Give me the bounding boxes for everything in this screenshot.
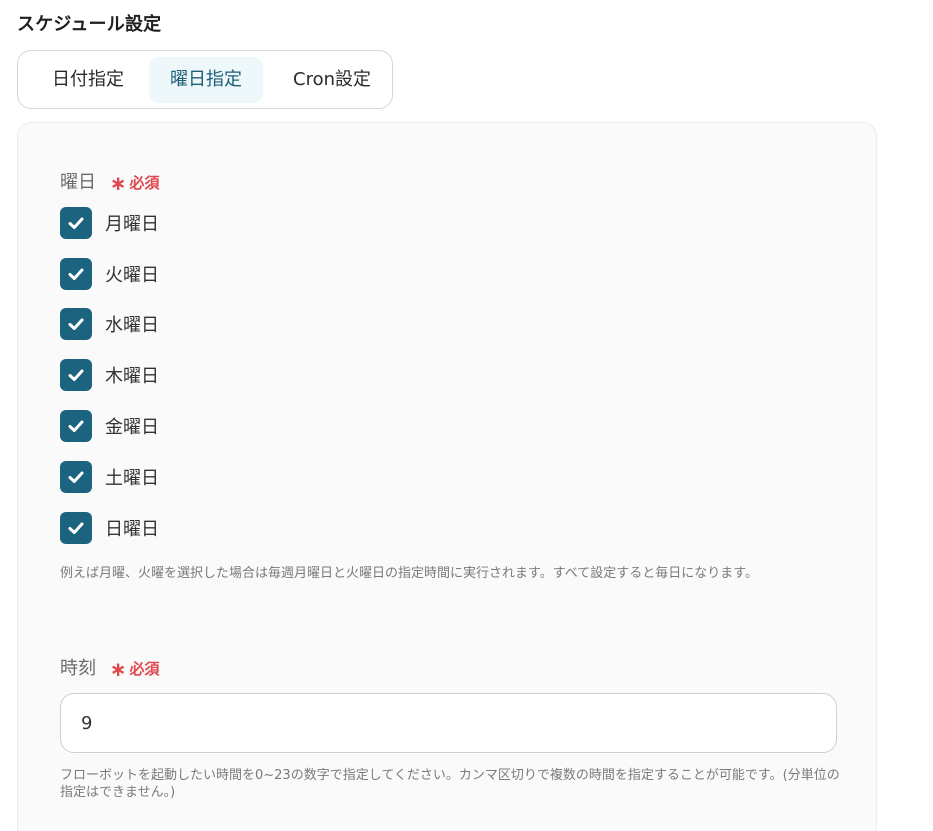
required-badge: ∗ 必須 <box>109 657 160 681</box>
check-icon <box>68 471 84 483</box>
checkbox-label: 水曜日 <box>105 315 159 336</box>
time-help-text: フローボットを起動したい時間を0~23の数字で指定してください。カンマ区切りで複… <box>60 768 840 800</box>
check-icon <box>68 420 84 432</box>
required-text: 必須 <box>129 660 160 678</box>
checkbox-saturday[interactable]: 土曜日 <box>60 461 159 493</box>
section-title: スケジュール設定 <box>17 14 162 35</box>
asterisk-icon: ∗ <box>109 657 127 681</box>
checkbox-label: 日曜日 <box>105 519 159 540</box>
checkbox-box[interactable] <box>60 258 92 290</box>
checkbox-box[interactable] <box>60 410 92 442</box>
checkbox-tuesday[interactable]: 火曜日 <box>60 258 159 290</box>
weekday-help-text: 例えば月曜、火曜を選択した場合は毎週月曜日と火曜日の指定時間に実行されます。すべ… <box>60 566 758 581</box>
checkbox-box[interactable] <box>60 461 92 493</box>
schedule-settings: スケジュール設定 日付指定 曜日指定 Cron設定 曜日 ∗ 必須 月曜日 火曜日 <box>0 0 933 831</box>
checkbox-box[interactable] <box>60 207 92 239</box>
asterisk-icon: ∗ <box>109 171 127 195</box>
time-label-text: 時刻 <box>60 658 96 679</box>
weekday-label-text: 曜日 <box>60 172 96 193</box>
check-icon <box>68 318 84 330</box>
check-icon <box>68 369 84 381</box>
checkbox-box[interactable] <box>60 359 92 391</box>
check-icon <box>68 268 84 280</box>
weekday-field-label: 曜日 ∗ 必須 <box>60 168 160 195</box>
schedule-type-tabs: 日付指定 曜日指定 Cron設定 <box>17 50 393 109</box>
checkbox-label: 木曜日 <box>105 366 159 387</box>
checkbox-label: 金曜日 <box>105 417 159 438</box>
required-text: 必須 <box>129 174 160 192</box>
checkbox-label: 火曜日 <box>105 265 159 286</box>
checkbox-box[interactable] <box>60 308 92 340</box>
checkbox-label: 土曜日 <box>105 468 159 489</box>
checkbox-box[interactable] <box>60 512 92 544</box>
checkbox-monday[interactable]: 月曜日 <box>60 207 159 239</box>
checkbox-wednesday[interactable]: 水曜日 <box>60 308 159 340</box>
time-input[interactable] <box>60 693 837 753</box>
checkbox-label: 月曜日 <box>105 214 159 235</box>
tab-weekday[interactable]: 曜日指定 <box>149 57 263 103</box>
checkbox-sunday[interactable]: 日曜日 <box>60 512 159 544</box>
tab-date[interactable]: 日付指定 <box>28 57 148 103</box>
required-badge: ∗ 必須 <box>109 171 160 195</box>
tab-cron[interactable]: Cron設定 <box>277 57 387 103</box>
checkbox-thursday[interactable]: 木曜日 <box>60 359 159 391</box>
check-icon <box>68 217 84 229</box>
time-field-label: 時刻 ∗ 必須 <box>60 654 160 681</box>
weekday-settings-panel: 曜日 ∗ 必須 月曜日 火曜日 水曜日 木曜日 金曜日 土曜日 日曜日 例えば月… <box>17 122 877 831</box>
checkbox-friday[interactable]: 金曜日 <box>60 410 159 442</box>
check-icon <box>68 522 84 534</box>
